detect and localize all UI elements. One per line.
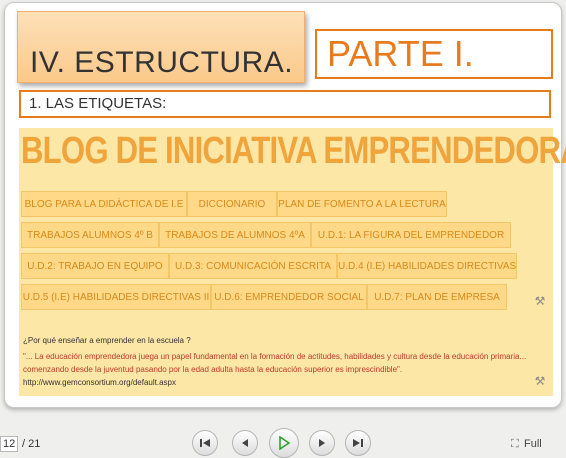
tab-ud4[interactable]: U.D.4 (I.E) HABILIDADES DIRECTIVAS: [337, 253, 517, 279]
first-icon: [200, 439, 210, 447]
wrench-screwdriver-icon[interactable]: ⚒: [533, 294, 547, 308]
tab-ud6[interactable]: U.D.6: EMPRENDEDOR SOCIAL: [211, 284, 367, 310]
next-page-button[interactable]: [309, 430, 335, 456]
last-icon: [353, 439, 363, 447]
fullscreen-icon: ⛶: [511, 438, 519, 450]
source-link[interactable]: http://www.gemconsortium.org/default.asp…: [23, 378, 176, 387]
tab-ud2[interactable]: U.D.2: TRABAJO EN EQUIPO: [21, 253, 169, 279]
blog-title[interactable]: BLOG DE INICIATIVA EMPRENDEDORA: [21, 130, 566, 173]
page-total: / 21: [22, 438, 41, 450]
part-box: PARTE I.: [315, 29, 553, 79]
fullscreen-label: Full: [524, 438, 542, 450]
part-label: PARTE I.: [327, 33, 474, 74]
previous-page-button[interactable]: [232, 430, 258, 456]
tab-diccionario[interactable]: DICCIONARIO: [187, 191, 277, 217]
play-button[interactable]: [269, 428, 299, 458]
tab-ud1[interactable]: U.D.1: LA FIGURA DEL EMPRENDEDOR: [311, 222, 511, 248]
tab-trabajos-4b[interactable]: TRABAJOS ALUMNOS 4º B: [21, 222, 159, 248]
first-page-button[interactable]: [192, 430, 218, 456]
page-number-input[interactable]: [0, 436, 18, 452]
wrench-screwdriver-icon[interactable]: ⚒: [533, 374, 547, 388]
last-page-button[interactable]: [345, 430, 371, 456]
prev-icon: [242, 439, 248, 447]
tab-ud3[interactable]: U.D.3: COMUNICACIÓN ESCRITA: [169, 253, 337, 279]
player-toolbar: / 21 ⛶ Full: [0, 424, 566, 458]
tab-trabajos-4a[interactable]: TRABAJOS DE ALUMNOS 4ºA: [159, 222, 311, 248]
blog-screenshot: BLOG DE INICIATIVA EMPRENDEDORA BLOG PAR…: [19, 128, 566, 396]
slide-frame: IV. ESTRUCTURA. PARTE I. 1. LAS ETIQUETA…: [4, 2, 566, 408]
tab-ud7[interactable]: U.D.7: PLAN DE EMPRESA: [367, 284, 507, 310]
tab-plan-lectura[interactable]: PLAN DE FOMENTO A LA LECTURA: [277, 191, 447, 217]
fullscreen-button[interactable]: ⛶ Full: [511, 438, 542, 450]
slide-title: IV. ESTRUCTURA.: [30, 46, 294, 79]
question-text: ¿Por qué enseñar a emprender en la escue…: [23, 336, 191, 345]
quote-text: "... La educación emprendedora juega un …: [23, 352, 527, 374]
next-icon: [319, 439, 325, 447]
play-icon: [279, 436, 290, 450]
section-box: 1. LAS ETIQUETAS:: [19, 90, 551, 118]
title-box: IV. ESTRUCTURA.: [17, 11, 305, 83]
tab-ud5[interactable]: U.D.5 (I.E) HABILIDADES DIRECTIVAS II: [21, 284, 211, 310]
tab-blog-didactica[interactable]: BLOG PARA LA DIDÁCTICA DE I.E: [21, 191, 187, 217]
section-label: 1. LAS ETIQUETAS:: [29, 95, 167, 112]
